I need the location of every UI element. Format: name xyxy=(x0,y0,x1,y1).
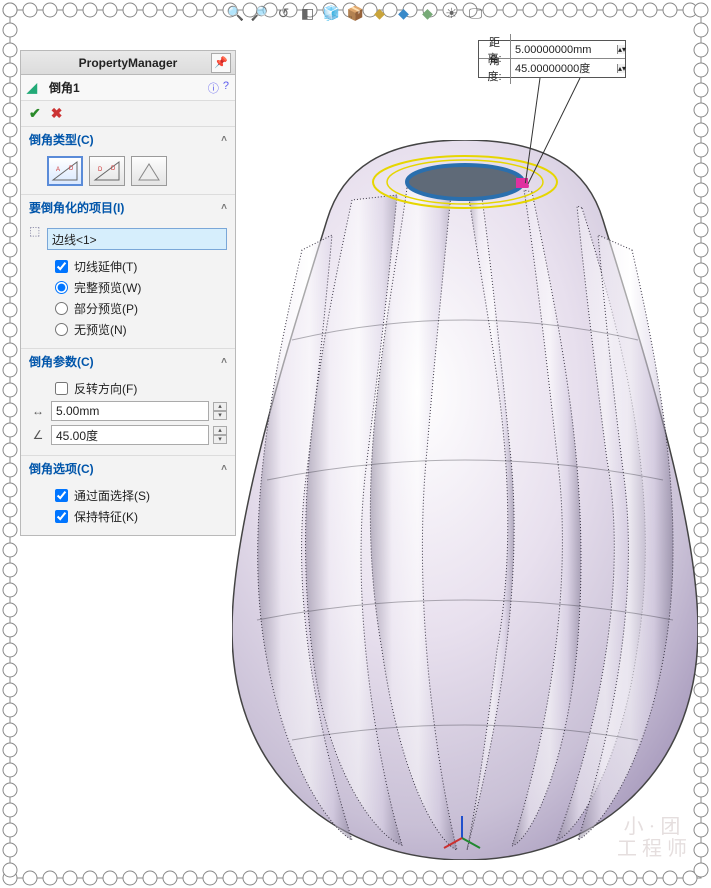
type-vertex[interactable] xyxy=(131,156,167,186)
angle-input[interactable]: 45.00度 xyxy=(51,425,209,445)
section-options-header[interactable]: 倒角选项(C) xyxy=(29,460,94,477)
type-angle-distance[interactable]: AD xyxy=(47,156,83,186)
partial-preview-radio[interactable]: 部分预览(P) xyxy=(29,298,227,319)
display-style-icon[interactable]: 📦 xyxy=(347,4,365,22)
dimension-callout: 距离: 5.00000000mm ▴▾ 角度: 45.00000000度 ▴▾ xyxy=(478,40,626,78)
reverse-direction-checkbox[interactable]: 反转方向(F) xyxy=(29,378,227,399)
feature-name: 倒角1 xyxy=(49,79,80,96)
vase-model xyxy=(232,140,698,860)
distance-input[interactable]: 5.00mm xyxy=(51,401,209,421)
edge-selection-box[interactable]: 边线<1> xyxy=(47,228,227,250)
full-preview-radio[interactable]: 完整预览(W) xyxy=(29,277,227,298)
pm-pin-button[interactable]: 📌 xyxy=(211,53,231,73)
zoom-area-icon[interactable]: 🔎 xyxy=(251,4,269,22)
svg-text:D: D xyxy=(69,166,74,172)
collapse-icon[interactable]: ˄ xyxy=(221,356,227,367)
section-items-header[interactable]: 要倒角化的项目(I) xyxy=(29,199,124,216)
dim-dist-value[interactable]: 5.00000000mm xyxy=(511,44,617,56)
cancel-button[interactable]: ✖ xyxy=(51,105,63,122)
type-distance-distance[interactable]: DD xyxy=(89,156,125,186)
no-preview-radio[interactable]: 无预览(N) xyxy=(29,319,227,340)
keep-features-checkbox[interactable]: 保持特征(K) xyxy=(29,506,227,527)
svg-text:A: A xyxy=(56,167,60,173)
edge-selection-icon: ⬚ xyxy=(29,224,47,256)
angle-icon: ∠ xyxy=(29,426,47,444)
hide-show-icon[interactable]: ◆ xyxy=(371,4,389,22)
zoom-fit-icon[interactable]: 🔍 xyxy=(227,4,245,22)
svg-text:D: D xyxy=(98,167,103,173)
pm-title-text: PropertyManager xyxy=(79,56,178,70)
distance-spinner[interactable]: ▴▾ xyxy=(213,402,227,420)
pm-title: PropertyManager 📌 xyxy=(21,51,235,75)
dim-ang-value[interactable]: 45.00000000度 xyxy=(511,60,617,76)
ok-button[interactable]: ✔ xyxy=(29,105,41,122)
section-icon[interactable]: ◧ xyxy=(299,4,317,22)
pm-help-more-icon[interactable]: ? xyxy=(223,80,229,96)
view-toolbar: 🔍 🔎 ↺ ◧ 🧊 📦 ◆ ◆ ◆ ☀ 🖵 xyxy=(227,4,485,22)
select-through-faces-checkbox[interactable]: 通过面选择(S) xyxy=(29,485,227,506)
dim-ang-spinner[interactable]: ▴▾ xyxy=(617,64,625,73)
svg-text:D: D xyxy=(111,166,116,172)
screen-icon[interactable]: 🖵 xyxy=(467,4,485,22)
tangent-propagation-checkbox[interactable]: 切线延伸(T) xyxy=(29,256,227,277)
view-orient-icon[interactable]: 🧊 xyxy=(323,4,341,22)
angle-spinner[interactable]: ▴▾ xyxy=(213,426,227,444)
distance-icon: ↔ xyxy=(29,402,47,420)
render-icon[interactable]: ☀ xyxy=(443,4,461,22)
feature-chamfer-icon: ◢ xyxy=(27,80,43,96)
appearance-icon[interactable]: ◆ xyxy=(395,4,413,22)
scene-icon[interactable]: ◆ xyxy=(419,4,437,22)
dim-ang-label: 角度: xyxy=(479,52,511,84)
property-manager-panel: PropertyManager 📌 ◢ 倒角1 ⓘ ? ✔ ✖ 倒角类型(C) … xyxy=(20,50,236,536)
zoom-prev-icon[interactable]: ↺ xyxy=(275,4,293,22)
pm-help-icon[interactable]: ⓘ xyxy=(208,80,219,96)
section-type-header[interactable]: 倒角类型(C) xyxy=(29,131,94,148)
section-params-header[interactable]: 倒角参数(C) xyxy=(29,353,94,370)
collapse-icon[interactable]: ˄ xyxy=(221,463,227,474)
dim-dist-spinner[interactable]: ▴▾ xyxy=(617,45,625,54)
collapse-icon[interactable]: ˄ xyxy=(221,134,227,145)
collapse-icon[interactable]: ˄ xyxy=(221,202,227,213)
